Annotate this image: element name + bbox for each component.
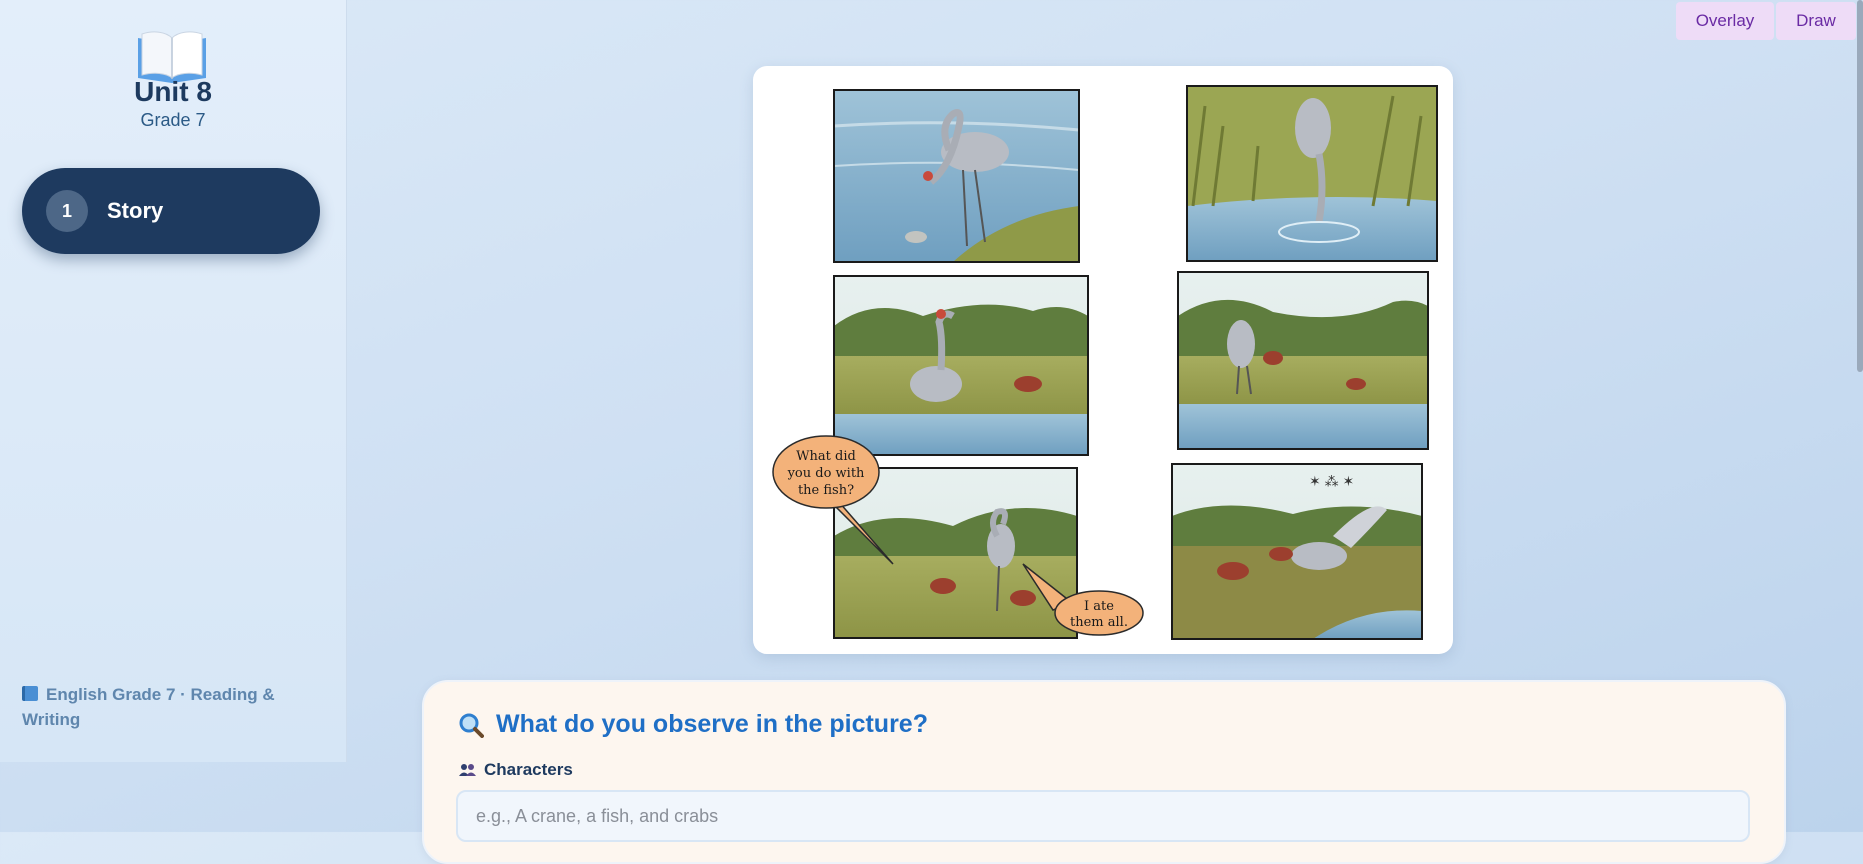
- characters-input[interactable]: [456, 790, 1750, 842]
- svg-text:✶ ⁂ ✶: ✶ ⁂ ✶: [1309, 473, 1354, 489]
- question-heading: What do you observe in the picture?: [458, 710, 928, 739]
- grade-label: Grade 7: [140, 110, 206, 130]
- book-icon: [22, 686, 38, 701]
- draw-button[interactable]: Draw: [1776, 2, 1856, 40]
- question-title: What do you observe in the picture?: [496, 710, 928, 738]
- magnifier-icon: [459, 713, 484, 738]
- bubble-line: I ate: [1084, 599, 1114, 614]
- comic-panel-5: [833, 467, 1078, 639]
- characters-label-text: Characters: [484, 760, 573, 779]
- bubble-line: the fish?: [798, 483, 854, 498]
- nav-item-story[interactable]: 1 Story: [22, 168, 320, 254]
- comic-panel-3: [833, 275, 1089, 456]
- footer-text: English Grade 7 · Reading & Writing: [22, 685, 275, 729]
- nav-item-label: Story: [107, 198, 164, 223]
- bubble-line: them all.: [1070, 615, 1128, 630]
- overlay-button[interactable]: Overlay: [1676, 2, 1774, 40]
- characters-label: Characters: [458, 760, 573, 780]
- comic-strip: ✶ ⁂ ✶ What did you do with the fish? I a…: [772, 85, 1438, 640]
- comic-panel-6: ✶ ⁂ ✶: [1171, 463, 1423, 640]
- bubble-line: What did: [796, 449, 856, 464]
- people-icon: [459, 764, 476, 776]
- comic-panel-4: [1177, 271, 1429, 450]
- sidebar: Unit 8 Grade 7 1 Story English Grade 7 ·…: [0, 0, 347, 762]
- story-picture: ✶ ⁂ ✶ What did you do with the fish? I a…: [753, 66, 1453, 654]
- nav-item-number: 1: [46, 190, 88, 232]
- observation-card: What do you observe in the picture? Char…: [422, 680, 1786, 864]
- scrollbar[interactable]: [1857, 0, 1863, 372]
- course-footer: English Grade 7 · Reading & Writing: [22, 682, 312, 732]
- unit-title: Unit 8: [134, 76, 212, 107]
- bubble-line: you do with: [787, 466, 865, 481]
- comic-panel-1: [833, 89, 1080, 263]
- comic-panel-2: [1186, 85, 1438, 262]
